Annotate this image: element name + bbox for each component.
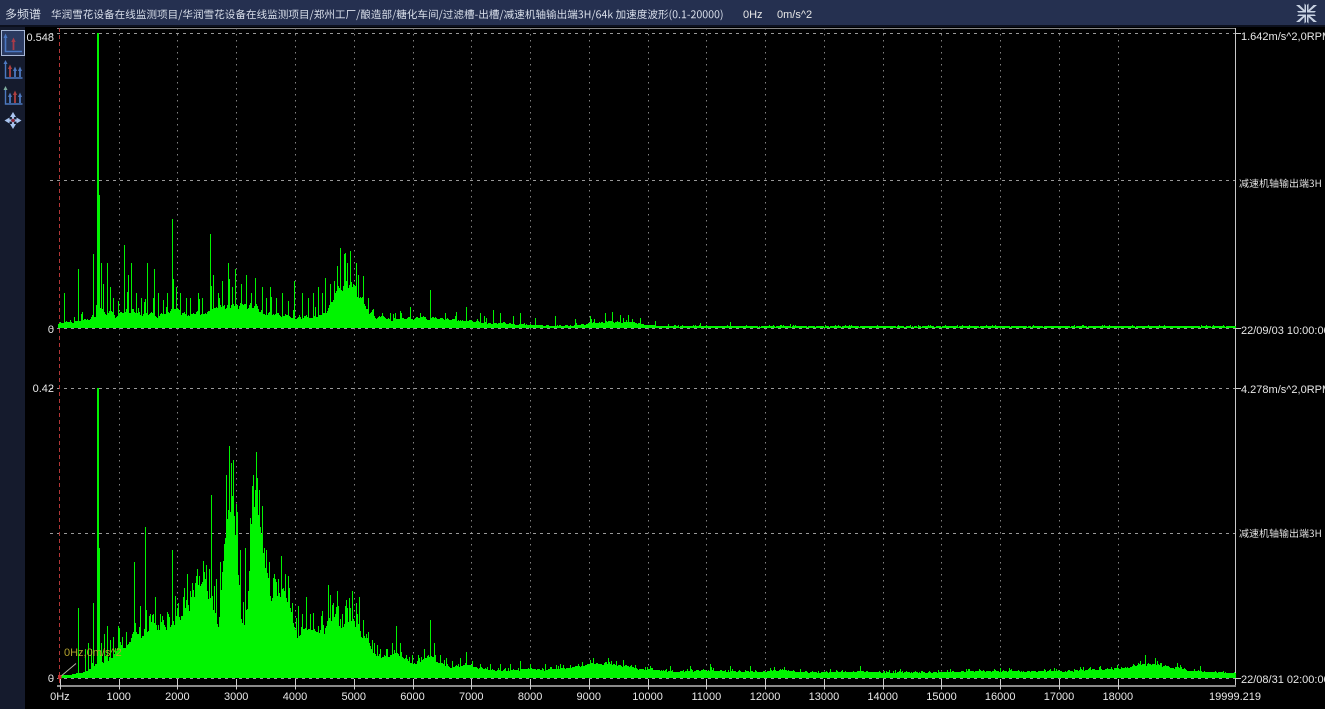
svg-text:0: 0 [48, 324, 54, 336]
svg-text:4000: 4000 [283, 691, 307, 703]
svg-text:8000: 8000 [518, 691, 542, 703]
svg-text:15000: 15000 [926, 691, 957, 703]
svg-text:22/08/31 02:00:00: 22/08/31 02:00:00 [1241, 674, 1325, 686]
svg-text:1000: 1000 [106, 691, 130, 703]
svg-text:17000: 17000 [1044, 691, 1075, 703]
svg-text:2000: 2000 [165, 691, 189, 703]
svg-text:18000: 18000 [1103, 691, 1134, 703]
svg-text:19999.219: 19999.219 [1209, 691, 1261, 703]
svg-text:14000: 14000 [867, 691, 898, 703]
svg-text:0Hz,0m/s^2: 0Hz,0m/s^2 [64, 647, 122, 659]
svg-text:0Hz: 0Hz [50, 691, 70, 703]
svg-text:1.642m/s^2,0RPM: 1.642m/s^2,0RPM [1241, 31, 1325, 43]
svg-text:0Hz: 0Hz [743, 9, 763, 21]
svg-text:6000: 6000 [400, 691, 424, 703]
svg-text:16000: 16000 [985, 691, 1016, 703]
svg-text:0.548: 0.548 [26, 32, 54, 44]
svg-text:3000: 3000 [224, 691, 248, 703]
svg-text:10000: 10000 [632, 691, 663, 703]
svg-text:12000: 12000 [750, 691, 781, 703]
svg-text:7000: 7000 [459, 691, 483, 703]
svg-text:0m/s^2: 0m/s^2 [777, 9, 812, 21]
svg-text:0.42: 0.42 [33, 383, 54, 395]
svg-text:11000: 11000 [692, 691, 722, 703]
svg-text:22/09/03 10:00:00: 22/09/03 10:00:00 [1241, 325, 1325, 337]
svg-text:9000: 9000 [577, 691, 601, 703]
svg-text:5000: 5000 [342, 691, 366, 703]
svg-text:0: 0 [48, 673, 54, 685]
svg-text:4.278m/s^2,0RPM: 4.278m/s^2,0RPM [1241, 384, 1325, 396]
svg-text:13000: 13000 [809, 691, 840, 703]
